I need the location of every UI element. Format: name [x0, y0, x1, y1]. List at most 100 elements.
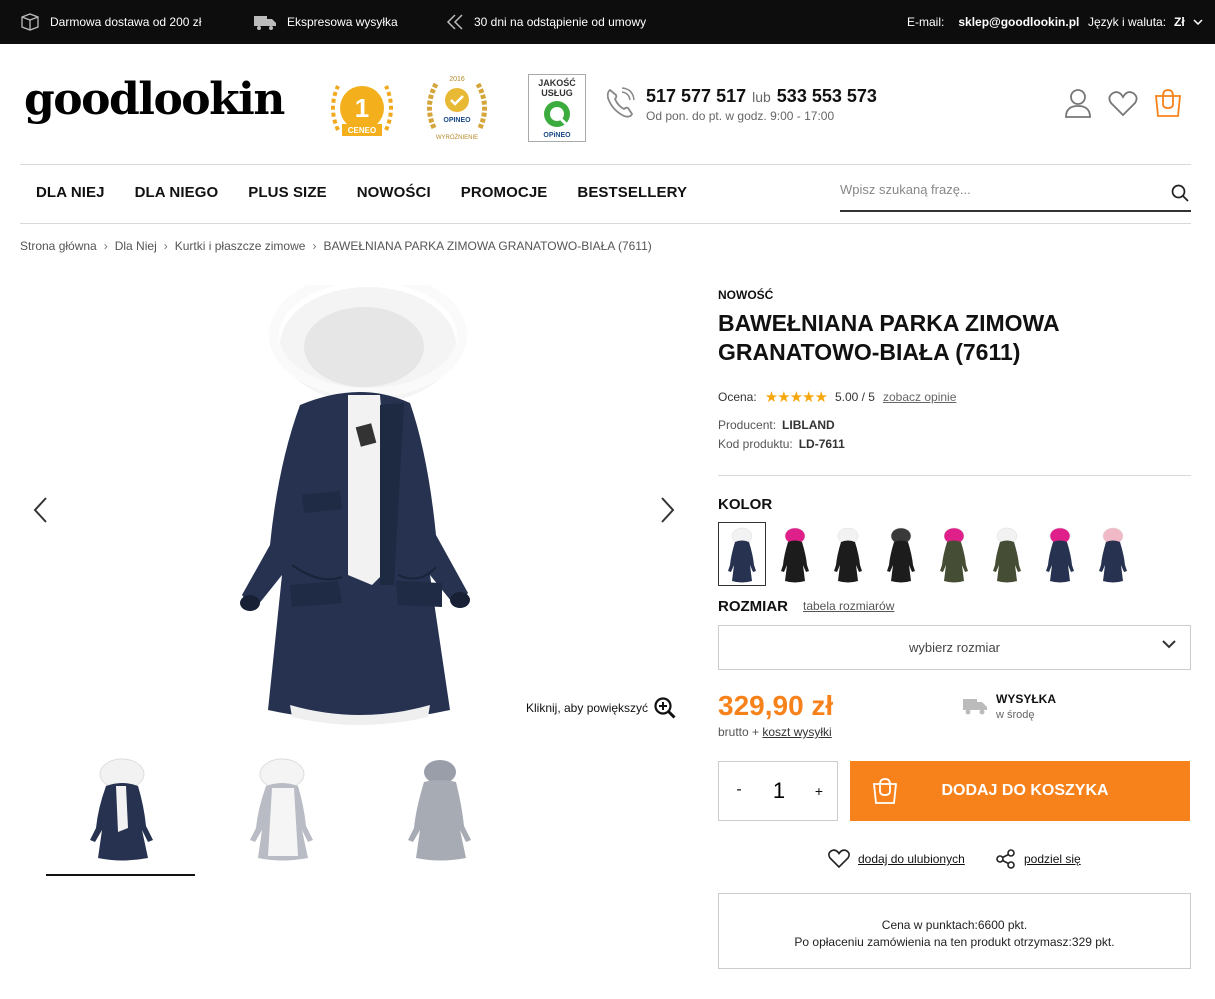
heart-icon: [828, 849, 850, 869]
shipping-cost-link[interactable]: koszt wysyłki: [762, 725, 831, 739]
email-info: E-mail: sklep@goodlookin.pl: [907, 0, 1079, 44]
coat-thumbnail: [781, 527, 809, 583]
product-code-row: Kod produktu: LD-7611: [718, 437, 845, 451]
thumbnail-front[interactable]: [70, 758, 170, 862]
add-to-favorites-link[interactable]: dodaj do ulubionych: [828, 849, 965, 869]
nav-dla-niej[interactable]: DLA NIEJ: [36, 184, 105, 201]
price-brutto-text: brutto +: [718, 725, 760, 739]
opineo-text: WYRÓŻNIENIE: [436, 134, 478, 141]
nav-dla-niego[interactable]: DLA NIEGO: [135, 184, 219, 201]
color-swatch[interactable]: [718, 522, 766, 586]
coat-thumbnail: [834, 527, 862, 583]
size-label: ROZMIAR: [718, 598, 788, 615]
user-icon[interactable]: [1064, 88, 1092, 118]
currency-label: Język i waluta:: [1088, 15, 1167, 29]
color-swatch[interactable]: [771, 522, 819, 586]
color-label: KOLOR: [718, 496, 773, 513]
thumbnail-inside[interactable]: [232, 758, 332, 862]
search-input[interactable]: [840, 182, 1140, 197]
truck-icon: [254, 16, 276, 30]
zoom-hint[interactable]: Kliknij, aby powiększyć: [526, 697, 676, 719]
zoom-in-icon: [654, 697, 676, 719]
rating-stars-icon: ★★★★★: [764, 389, 828, 406]
coat-thumbnail: [1099, 527, 1127, 583]
main-nav: DLA NIEJ DLA NIEGO PLUS SIZE NOWOŚCI PRO…: [36, 184, 687, 201]
header-divider: [20, 164, 1191, 165]
producer-value[interactable]: LIBLAND: [782, 418, 835, 432]
new-badge: NOWOŚĆ: [718, 288, 774, 302]
points-price: Cena w punktach:6600 pkt.: [881, 918, 1028, 932]
heart-icon[interactable]: [1108, 91, 1138, 117]
shipping-day: w środę: [996, 709, 1035, 721]
shipping-title: WYSYŁKA: [996, 692, 1056, 706]
jakosc-brand: OPiNEO: [543, 132, 571, 139]
breadcrumb-chevron-icon: ›: [103, 239, 108, 253]
thumbnail-back[interactable]: [390, 758, 490, 862]
product-code-label: Kod produktu:: [718, 437, 793, 451]
breadcrumb: Strona główna › Dla Niej › Kurtki i płas…: [20, 239, 652, 253]
nav-promocje[interactable]: PROMOCJE: [461, 184, 548, 201]
zoom-text: Kliknij, aby powiększyć: [526, 701, 649, 715]
quantity-input[interactable]: [759, 778, 799, 804]
size-select-value: wybierz rozmiar: [908, 640, 1000, 655]
nav-nowosci[interactable]: NOWOŚCI: [357, 184, 431, 201]
ceneo-text: CENEO: [348, 126, 376, 135]
nav-bestsellery[interactable]: BESTSELLERY: [577, 184, 687, 201]
product-main-image[interactable]: [230, 285, 480, 740]
color-swatch[interactable]: [877, 522, 925, 586]
see-reviews-link[interactable]: zobacz opinie: [883, 390, 956, 404]
coat-thumbnail: [728, 527, 756, 583]
active-thumbnail-indicator: [46, 874, 195, 876]
share-icon: [996, 849, 1015, 869]
nav-divider: [20, 223, 1191, 224]
breadcrumb-category[interactable]: Kurtki i płaszcze zimowe: [175, 239, 306, 253]
search-bar: [840, 174, 1191, 212]
size-select[interactable]: wybierz rozmiar: [718, 625, 1191, 670]
product-title: BAWEŁNIANA PARKA ZIMOWA GRANATOWO-BIAŁA …: [718, 310, 1059, 365]
phone-numbers: 517 577 517 lub 533 553 573: [646, 86, 877, 107]
quantity-plus-button[interactable]: +: [809, 783, 829, 799]
color-swatch[interactable]: [1036, 522, 1084, 586]
email-link[interactable]: sklep@goodlookin.pl: [958, 15, 1079, 29]
producer-label: Producent:: [718, 418, 777, 432]
color-swatch[interactable]: [930, 522, 978, 586]
color-swatches: [718, 522, 1137, 586]
double-chevron-left-icon: [446, 14, 463, 30]
coat-thumbnail: [940, 527, 968, 583]
phone-2[interactable]: 533 553 573: [777, 86, 877, 106]
email-label: E-mail:: [907, 15, 945, 29]
gallery-prev-arrow-icon[interactable]: [32, 496, 48, 524]
color-swatch[interactable]: [983, 522, 1031, 586]
add-to-cart-button[interactable]: DODAJ DO KOSZYKA: [850, 761, 1190, 821]
chevron-down-icon: [1162, 640, 1176, 649]
free-shipping-text: Darmowa dostawa od 200 zł: [50, 15, 202, 29]
color-swatch[interactable]: [1089, 522, 1137, 586]
share-label: podziel się: [1024, 852, 1081, 866]
express-text: Ekspresowa wysyłka: [287, 15, 398, 29]
rating-value: 5.00 / 5: [834, 390, 875, 404]
breadcrumb-home[interactable]: Strona główna: [20, 239, 97, 253]
free-shipping-info: Darmowa dostawa od 200 zł: [20, 0, 201, 44]
breadcrumb-dla-niej[interactable]: Dla Niej: [115, 239, 157, 253]
coat-thumbnail: [993, 527, 1021, 583]
coat-thumbnail: [1046, 527, 1074, 583]
currency-selector[interactable]: Język i waluta: Zł: [1088, 0, 1203, 44]
color-swatch[interactable]: [824, 522, 872, 586]
coat-thumbnail: [887, 527, 915, 583]
shipping-truck-icon: [963, 699, 987, 715]
quantity-minus-button[interactable]: -: [729, 781, 749, 799]
phone-1[interactable]: 517 577 517: [646, 86, 746, 106]
size-table-link[interactable]: tabela rozmiarów: [803, 599, 894, 613]
gallery-next-arrow-icon[interactable]: [660, 496, 676, 524]
opineo-award-badge: 2016 OPINEO WYRÓŻNIENIE: [427, 76, 487, 141]
add-to-favorites-label: dodaj do ulubionych: [858, 852, 965, 866]
site-logo[interactable]: goodlookin: [24, 78, 285, 122]
jakosc-line1: JAKOŚĆ: [538, 77, 576, 88]
search-icon[interactable]: [1171, 184, 1189, 202]
share-link[interactable]: podziel się: [996, 849, 1081, 869]
add-to-cart-label: DODAJ DO KOSZYKA: [941, 782, 1109, 799]
cart-bag-icon[interactable]: [1154, 88, 1182, 118]
producer-row: Producent: LIBLAND: [718, 418, 835, 432]
nav-plus-size[interactable]: PLUS SIZE: [248, 184, 326, 201]
product-price: 329,90 zł: [718, 690, 834, 721]
